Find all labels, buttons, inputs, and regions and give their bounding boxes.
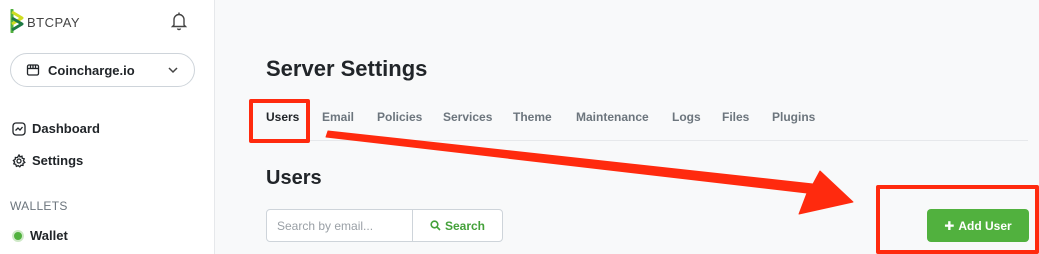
annotation-arrow-icon (325, 130, 854, 215)
